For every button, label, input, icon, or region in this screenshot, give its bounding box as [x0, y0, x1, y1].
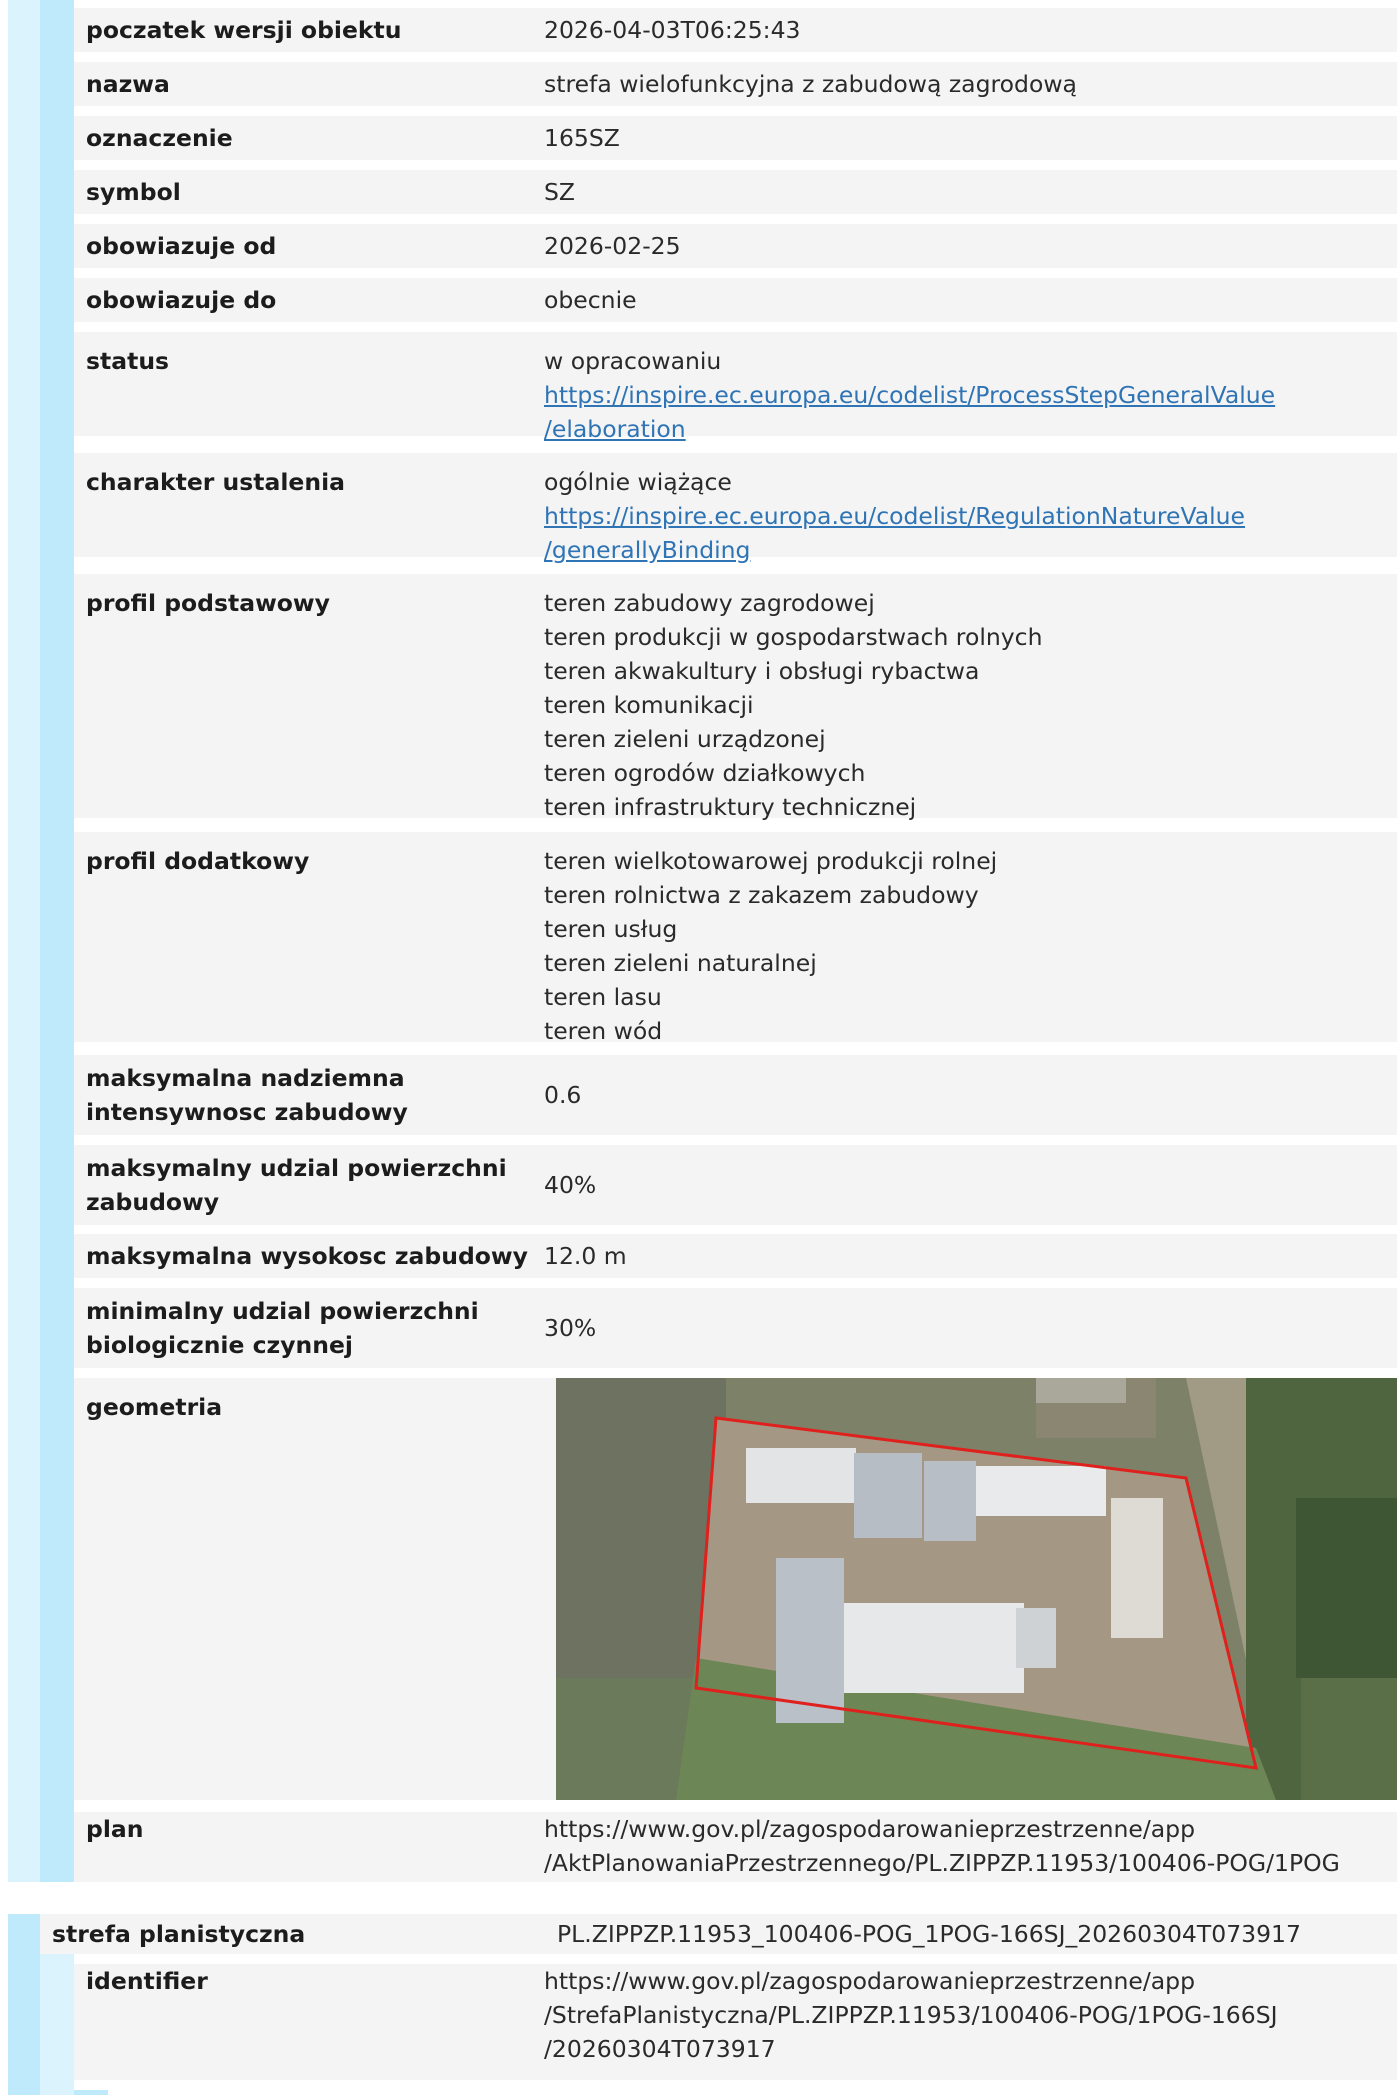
identifier-url-line: /20260304T073917: [544, 2035, 776, 2063]
list-item: teren usług: [544, 915, 678, 943]
field-label: oznaczenie: [86, 124, 233, 152]
list-item: teren komunikacji: [544, 691, 754, 719]
nested-bar-next: [74, 2090, 108, 2095]
plan-url-line: /AktPlanowaniaPrzestrzennego/PL.ZIPPZP.1…: [544, 1849, 1340, 1877]
field-label: nazwa: [86, 70, 170, 98]
field-label: identifier: [86, 1967, 208, 1995]
field-value: teren zabudowy zagrodowej teren produkcj…: [544, 586, 1397, 824]
row-oznaczenie: oznaczenie 165SZ: [74, 116, 1397, 160]
label-line: biologicznie czynnej: [86, 1331, 353, 1359]
field-label: plan: [86, 1815, 144, 1843]
row-profil-dodatkowy: profil dodatkowy teren wielkotowarowej p…: [74, 832, 1397, 1045]
section-nesting-bar-inner: [40, 1954, 74, 2095]
label-line: minimalny udzial powierzchni: [86, 1297, 479, 1325]
field-label: status: [86, 347, 170, 375]
field-label: maksymalna nadziemna intensywnosc zabudo…: [74, 1061, 544, 1129]
list-item: teren infrastruktury technicznej: [544, 793, 917, 821]
geometry-map[interactable]: [556, 1378, 1397, 1800]
list-item: teren produkcji w gospodarstwach rolnych: [544, 623, 1043, 651]
row-udzial-zabudowy: maksymalny udzial powierzchni zabudowy 4…: [74, 1145, 1397, 1225]
row-nazwa: nazwa strefa wielofunkcyjna z zabudową z…: [74, 62, 1397, 106]
field-label: symbol: [86, 178, 181, 206]
status-codelist-link[interactable]: https://inspire.ec.europa.eu/codelist/Pr…: [544, 378, 1397, 446]
list-item: teren zieleni urządzonej: [544, 725, 826, 753]
geometry-aerial-image: [556, 1378, 1397, 1800]
field-label: poczatek wersji obiektu: [86, 16, 402, 44]
label-line: maksymalna nadziemna: [86, 1064, 405, 1092]
section-label: strefa planistyczna: [52, 1920, 306, 1948]
field-value: strefa wielofunkcyjna z zabudową zagrodo…: [544, 70, 1077, 98]
field-label: maksymalna wysokosc zabudowy: [86, 1242, 528, 1270]
row-status: status w opracowaniu https://inspire.ec.…: [74, 332, 1397, 443]
field-value: SZ: [544, 178, 576, 206]
list-item: teren zieleni naturalnej: [544, 949, 817, 977]
list-item: teren rolnictwa z zakazem zabudowy: [544, 881, 979, 909]
section-value: PL.ZIPPZP.11953_100406-POG_1POG-166SJ_20…: [557, 1920, 1301, 1948]
field-label: profil dodatkowy: [86, 847, 310, 875]
row-obowiazuje-od: obowiazuje od 2026-02-25: [74, 224, 1397, 268]
row-symbol: symbol SZ: [74, 170, 1397, 214]
section-nesting-bar: [8, 1914, 40, 2095]
field-value: https://www.gov.pl/zagospodarowanieprzes…: [544, 1964, 1397, 2066]
link-line: https://inspire.ec.europa.eu/codelist/Pr…: [544, 381, 1276, 409]
nesting-bar-outer: [8, 0, 40, 1882]
row-poczatek-wersji: poczatek wersji obiektu 2026-04-03T06:25…: [74, 8, 1397, 52]
field-value: 165SZ: [544, 124, 620, 152]
field-value: 2026-04-03T06:25:43: [544, 16, 801, 44]
field-label: obowiazuje od: [86, 232, 277, 260]
field-label: charakter ustalenia: [86, 468, 345, 496]
field-value: 0.6: [544, 1081, 582, 1109]
list-item: teren zabudowy zagrodowej: [544, 589, 875, 617]
row-charakter-ustalenia: charakter ustalenia ogólnie wiążące http…: [74, 453, 1397, 564]
label-line: maksymalny udzial powierzchni: [86, 1154, 507, 1182]
list-item: teren akwakultury i obsługi rybactwa: [544, 657, 980, 685]
field-label: maksymalny udzial powierzchni zabudowy: [74, 1151, 544, 1219]
link-line: https://inspire.ec.europa.eu/codelist/Re…: [544, 502, 1246, 530]
status-text: w opracowaniu: [544, 347, 722, 375]
row-intensywnosc-zabudowy: maksymalna nadziemna intensywnosc zabudo…: [74, 1055, 1397, 1135]
link-line: /generallyBinding: [544, 536, 751, 564]
nesting-bar-inner: [40, 0, 74, 1882]
section-strefa-planistyczna: strefa planistyczna PL.ZIPPZP.11953_1004…: [40, 1914, 1397, 1954]
row-profil-podstawowy: profil podstawowy teren zabudowy zagrodo…: [74, 574, 1397, 821]
link-line: /elaboration: [544, 415, 686, 443]
field-value: 30%: [544, 1314, 597, 1342]
row-obowiazuje-do: obowiazuje do obecnie: [74, 278, 1397, 322]
field-value: 40%: [544, 1171, 597, 1199]
row-identifier: identifier https://www.gov.pl/zagospodar…: [74, 1964, 1397, 2080]
list-item: teren ogrodów działkowych: [544, 759, 866, 787]
field-value: 2026-02-25: [544, 232, 681, 260]
row-powierzchnia-biologicznie-czynna: minimalny udzial powierzchni biologiczni…: [74, 1288, 1397, 1368]
plan-url-line: https://www.gov.pl/zagospodarowanieprzes…: [544, 1815, 1196, 1843]
label-line: zabudowy: [86, 1188, 220, 1216]
charakter-codelist-link[interactable]: https://inspire.ec.europa.eu/codelist/Re…: [544, 499, 1397, 567]
charakter-text: ogólnie wiążące: [544, 468, 732, 496]
row-wysokosc-zabudowy: maksymalna wysokosc zabudowy 12.0 m: [74, 1234, 1397, 1278]
row-plan: plan https://www.gov.pl/zagospodarowanie…: [74, 1812, 1397, 1882]
field-value: obecnie: [544, 286, 637, 314]
list-item: teren lasu: [544, 983, 662, 1011]
label-line: intensywnosc zabudowy: [86, 1098, 408, 1126]
field-label: profil podstawowy: [86, 589, 330, 617]
field-value: ogólnie wiążące https://inspire.ec.europ…: [544, 465, 1397, 567]
field-label: obowiazuje do: [86, 286, 277, 314]
field-value: w opracowaniu https://inspire.ec.europa.…: [544, 344, 1397, 446]
list-item: teren wód: [544, 1017, 663, 1045]
field-value: 12.0 m: [544, 1242, 627, 1270]
field-label: geometria: [86, 1393, 223, 1421]
field-label: minimalny udzial powierzchni biologiczni…: [74, 1294, 544, 1362]
identifier-url-line: /StrefaPlanistyczna/PL.ZIPPZP.11953/1004…: [544, 2001, 1278, 2029]
field-value: teren wielkotowarowej produkcji rolnej t…: [544, 844, 1397, 1048]
list-item: teren wielkotowarowej produkcji rolnej: [544, 847, 998, 875]
identifier-url-line: https://www.gov.pl/zagospodarowanieprzes…: [544, 1967, 1196, 1995]
field-value: https://www.gov.pl/zagospodarowanieprzes…: [544, 1812, 1397, 1880]
